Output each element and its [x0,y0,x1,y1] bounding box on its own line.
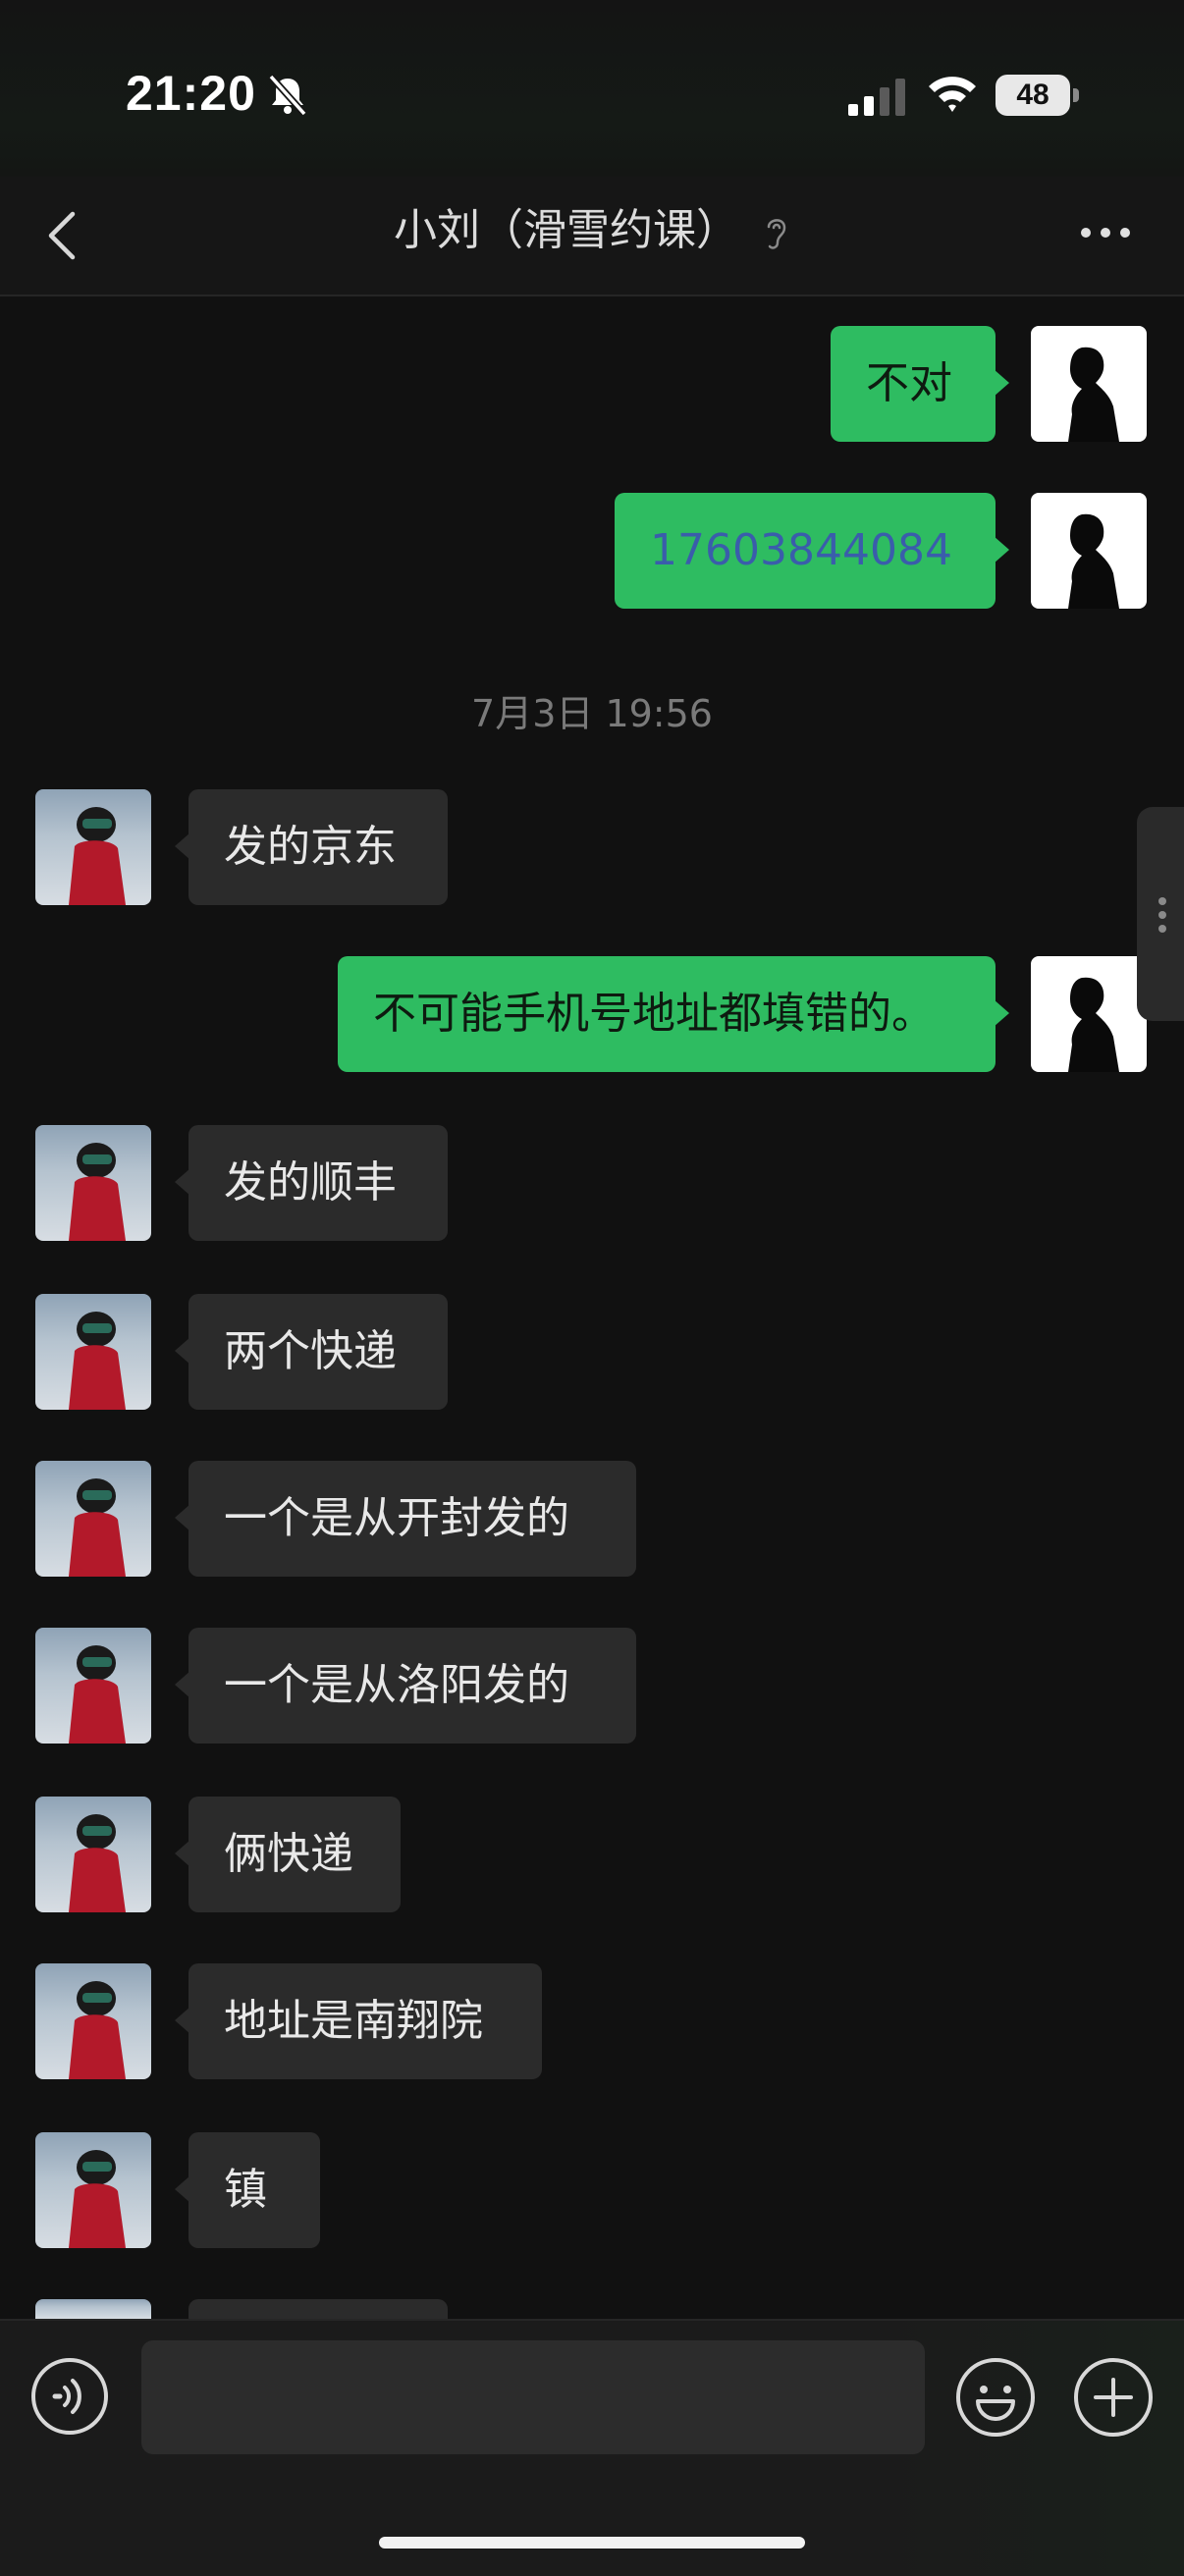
bell-slash-icon [268,74,307,117]
ear-icon [767,219,786,249]
message-bubble-received[interactable]: 俩快递 [175,1797,401,1912]
contact-avatar[interactable] [35,1461,151,1577]
message-bubble-received[interactable]: 两个快递 [175,1294,448,1410]
my-avatar[interactable] [1031,956,1147,1072]
contact-avatar[interactable] [35,1963,151,2079]
wifi-icon [929,77,976,112]
my-avatar[interactable] [1031,493,1147,609]
message-bubble-sent[interactable]: 不对 [831,326,1009,442]
chat-title: 小刘（滑雪约课） [394,205,739,255]
message-bubble-received[interactable]: 发的京东 [175,789,448,905]
status-time: 21:20 [126,66,256,121]
contact-avatar[interactable] [35,1797,151,1912]
message-bubble-received[interactable] [175,2299,448,2370]
message-bubble-sent-phone-link[interactable]: 17603844084 [615,493,1009,609]
chat-title-row[interactable]: 小刘（滑雪约课） [0,177,1184,285]
contact-avatar[interactable] [35,1628,151,1744]
voice-icon[interactable] [29,2356,110,2437]
home-indicator[interactable] [379,2537,805,2549]
battery-percent: 48 [1016,79,1049,111]
message-bubble-received[interactable]: 镇 [175,2132,320,2248]
chat-timestamp: 7月3日 19:56 [471,692,713,735]
message-bubble-received[interactable]: 地址是南翔院 [175,1963,542,2079]
message-bubble-received[interactable]: 发的顺丰 [175,1125,448,1241]
chat-header: 小刘（滑雪约课） [0,177,1184,296]
message-input[interactable] [141,2340,925,2454]
side-drawer-handle[interactable] [1137,807,1184,1021]
more-icon[interactable] [1076,218,1135,247]
contact-avatar[interactable] [35,2132,151,2248]
message-bubble-sent[interactable]: 不可能手机号地址都填错的。 [338,956,1009,1072]
my-avatar[interactable] [1031,326,1147,442]
emoji-icon[interactable] [954,2356,1037,2439]
message-bubble-received[interactable]: 一个是从洛阳发的 [175,1628,636,1744]
contact-avatar[interactable] [35,789,151,905]
contact-avatar[interactable] [35,1294,151,1410]
battery-icon: 48 [996,75,1079,116]
plus-icon[interactable] [1072,2356,1155,2439]
status-bar: 21:20 48 [0,0,1184,177]
contact-avatar[interactable] [35,1125,151,1241]
contact-avatar[interactable] [35,2299,151,2319]
cellular-signal-icon [848,79,905,116]
message-bubble-received[interactable]: 一个是从开封发的 [175,1461,636,1577]
